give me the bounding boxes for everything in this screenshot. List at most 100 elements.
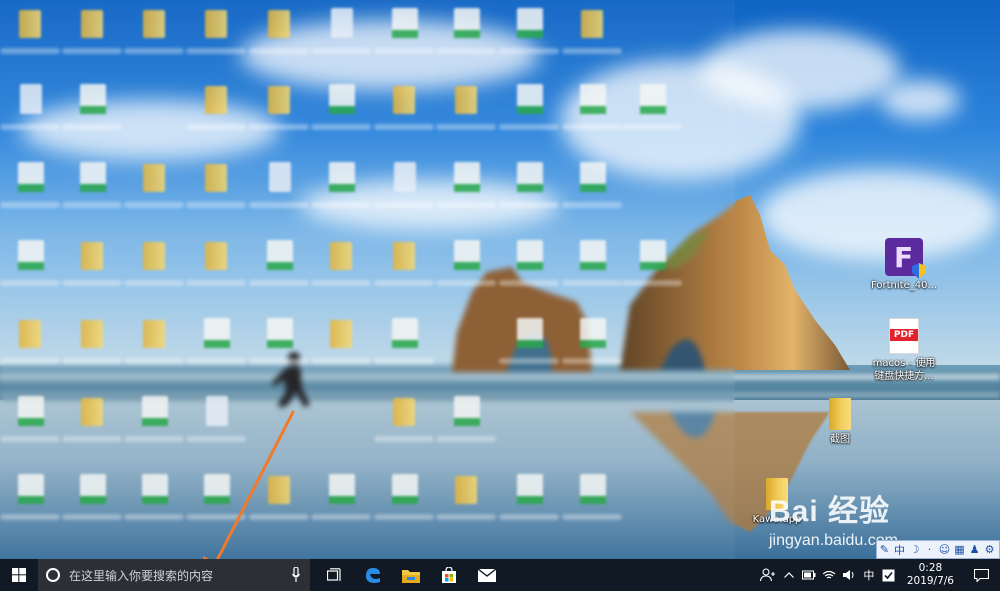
action-tray-button[interactable] bbox=[879, 559, 899, 591]
blurred-file-icon bbox=[389, 316, 419, 350]
clock-time: 0:28 bbox=[918, 562, 943, 574]
blurred-icon-label bbox=[499, 202, 559, 208]
ime-settings-icon[interactable]: ⚙ bbox=[982, 541, 997, 558]
blurred-file-icon bbox=[637, 82, 667, 116]
blurred-icon-label bbox=[0, 280, 60, 286]
taskbar-search-box[interactable]: 在这里输入你要搜索的内容 bbox=[38, 559, 310, 591]
blurred-file-icon bbox=[326, 316, 356, 350]
blurred-file-icon bbox=[77, 394, 107, 428]
network-tray-button[interactable] bbox=[819, 559, 839, 591]
blurred-icon-label bbox=[562, 202, 622, 208]
blurred-icon-label bbox=[311, 280, 371, 286]
show-hidden-icons-button[interactable] bbox=[779, 559, 799, 591]
file-explorer-taskbar-button[interactable] bbox=[392, 559, 430, 591]
blurred-file-icon bbox=[389, 160, 419, 194]
blurred-file-icon bbox=[15, 316, 45, 350]
action-center-button[interactable] bbox=[962, 559, 1000, 591]
ime-mode-button[interactable]: 中 bbox=[892, 541, 907, 558]
blurred-file-icon bbox=[264, 472, 294, 506]
desktop-icon-label-line2: 键盘快捷方... bbox=[874, 371, 934, 382]
blurred-icon-label bbox=[249, 514, 309, 520]
blurred-file-icon bbox=[139, 160, 169, 194]
blurred-file-icon bbox=[139, 472, 169, 506]
volume-tray-button[interactable] bbox=[839, 559, 859, 591]
system-tray: 中 0:28 2019/7/6 bbox=[757, 559, 1000, 591]
blurred-file-icon bbox=[77, 160, 107, 194]
blurred-file-icon bbox=[451, 472, 481, 506]
blurred-file-icon bbox=[451, 6, 481, 40]
blurred-icon-label bbox=[499, 48, 559, 54]
edge-taskbar-button[interactable] bbox=[354, 559, 392, 591]
blurred-icon-label bbox=[374, 436, 434, 442]
blurred-icon-label bbox=[0, 202, 60, 208]
blurred-icon-label bbox=[124, 202, 184, 208]
blurred-file-icon bbox=[139, 316, 169, 350]
desktop-icon-macos-pdf[interactable]: PDF macos - 使用 键盘快捷方... bbox=[864, 318, 944, 383]
desktop-icon-label: 截图 bbox=[830, 434, 850, 445]
blurred-icon-label bbox=[562, 48, 622, 54]
blurred-file-icon bbox=[139, 394, 169, 428]
blurred-icon-label bbox=[311, 202, 371, 208]
chevron-up-icon bbox=[783, 572, 794, 578]
blurred-icon-label bbox=[374, 48, 434, 54]
task-view-button[interactable] bbox=[316, 559, 354, 591]
blurred-file-icon bbox=[514, 316, 544, 350]
blurred-file-icon bbox=[139, 238, 169, 272]
blurred-icon-label bbox=[62, 358, 122, 364]
input-mode-button[interactable]: 中 bbox=[859, 559, 879, 591]
fortnite-app-icon: F bbox=[885, 238, 926, 279]
blurred-file-icon bbox=[77, 472, 107, 506]
ime-moon-icon[interactable]: ☽ bbox=[907, 541, 922, 558]
blurred-icon-label bbox=[374, 124, 434, 130]
clock-date: 2019/7/6 bbox=[906, 575, 954, 587]
blurred-icon-label bbox=[124, 436, 184, 442]
battery-icon bbox=[801, 570, 816, 580]
ime-pen-icon[interactable]: ✎ bbox=[877, 541, 892, 558]
mail-taskbar-button[interactable] bbox=[468, 559, 506, 591]
blurred-icon-label bbox=[0, 48, 60, 54]
blurred-file-icon bbox=[389, 6, 419, 40]
ime-user-icon[interactable]: ♟ bbox=[967, 541, 982, 558]
ime-emoji-icon[interactable]: ☺ bbox=[937, 541, 952, 558]
blurred-file-icon bbox=[15, 6, 45, 40]
store-taskbar-button[interactable] bbox=[430, 559, 468, 591]
blurred-icon-label bbox=[249, 358, 309, 364]
blurred-icon-label bbox=[186, 280, 246, 286]
blurred-icon-label bbox=[311, 358, 371, 364]
desktop-icon-screenshot-folder[interactable]: 截图 bbox=[800, 398, 880, 446]
blurred-icon-label bbox=[436, 202, 496, 208]
notification-icon bbox=[973, 568, 989, 582]
desktop[interactable]: F Fortnite_40... PDF macos - 使用 键盘快捷方...… bbox=[0, 0, 1000, 559]
blurred-file-icon bbox=[514, 238, 544, 272]
blurred-file-icon bbox=[201, 472, 231, 506]
ime-keyboard-icon[interactable]: ▦ bbox=[952, 541, 967, 558]
blurred-file-icon bbox=[201, 238, 231, 272]
start-button[interactable] bbox=[0, 559, 38, 591]
blurred-icon-label bbox=[436, 48, 496, 54]
blurred-file-icon bbox=[451, 238, 481, 272]
speaker-icon bbox=[842, 570, 854, 580]
blurred-file-icon bbox=[451, 394, 481, 428]
blurred-icon-label bbox=[374, 202, 434, 208]
blurred-file-icon bbox=[264, 238, 294, 272]
taskbar-clock[interactable]: 0:28 2019/7/6 bbox=[899, 562, 962, 588]
wifi-icon bbox=[822, 570, 836, 579]
people-button[interactable] bbox=[757, 559, 779, 591]
folder-icon bbox=[829, 398, 851, 430]
blurred-file-icon bbox=[577, 160, 607, 194]
blurred-icon-label bbox=[0, 436, 60, 442]
blurred-file-icon bbox=[389, 238, 419, 272]
blurred-icon-label bbox=[249, 280, 309, 286]
blurred-file-icon bbox=[389, 394, 419, 428]
battery-tray-button[interactable] bbox=[799, 559, 819, 591]
ime-punct-icon[interactable]: · bbox=[922, 541, 937, 558]
desktop-icon-fortnite[interactable]: F Fortnite_40... bbox=[864, 238, 944, 292]
blurred-file-icon bbox=[201, 394, 231, 428]
blurred-icon-label bbox=[499, 124, 559, 130]
ime-toolbar[interactable]: ✎ 中 ☽ · ☺ ▦ ♟ ⚙ bbox=[876, 540, 1000, 559]
desktop-icon-label: Fortnite_40... bbox=[871, 280, 937, 291]
microphone-icon[interactable] bbox=[292, 567, 300, 583]
blurred-icon-label bbox=[436, 280, 496, 286]
blurred-file-icon bbox=[264, 160, 294, 194]
blurred-file-icon bbox=[326, 160, 356, 194]
